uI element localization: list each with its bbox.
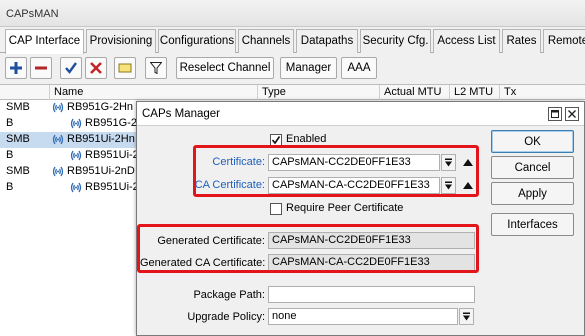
tab-access-list[interactable]: Access List bbox=[433, 29, 500, 53]
tab-provisioning[interactable]: Provisioning bbox=[86, 29, 156, 53]
table-row[interactable]: B RB951G-2 bbox=[0, 116, 140, 132]
toolbar: Reselect Channel Manager AAA bbox=[0, 55, 585, 83]
comment-button[interactable] bbox=[114, 57, 136, 79]
column-actual-mtu[interactable]: Actual MTU bbox=[380, 85, 450, 100]
row-flags: B bbox=[6, 181, 14, 193]
enable-button[interactable] bbox=[60, 57, 82, 79]
ok-button[interactable]: OK bbox=[491, 130, 574, 153]
maximize-button[interactable] bbox=[548, 107, 562, 121]
checkmark-icon bbox=[271, 136, 281, 145]
generated-certificate-highlight-box bbox=[137, 224, 479, 273]
reselect-channel-button[interactable]: Reselect Channel bbox=[176, 57, 274, 79]
package-path-label: Package Path: bbox=[193, 289, 265, 301]
close-button[interactable] bbox=[565, 107, 579, 121]
manager-button[interactable]: Manager bbox=[280, 57, 337, 79]
wireless-icon bbox=[52, 166, 64, 177]
tab-remote[interactable]: Remote bbox=[543, 29, 585, 53]
row-flags: B bbox=[6, 149, 14, 161]
x-icon bbox=[90, 62, 102, 74]
row-flags: B bbox=[6, 117, 14, 129]
comment-icon bbox=[118, 63, 132, 73]
wireless-icon bbox=[70, 118, 82, 129]
close-icon bbox=[568, 110, 576, 118]
check-icon bbox=[65, 62, 77, 74]
tab-cap-interface[interactable]: CAP Interface bbox=[5, 29, 84, 54]
enabled-label: Enabled bbox=[286, 133, 327, 145]
aaa-button[interactable]: AAA bbox=[341, 57, 377, 79]
upgrade-policy-label: Upgrade Policy: bbox=[187, 311, 265, 323]
table-row[interactable]: SMB RB951Ui-2nD bbox=[0, 164, 140, 180]
row-flags: SMB bbox=[6, 101, 30, 113]
filter-button[interactable] bbox=[145, 57, 167, 79]
table-row[interactable]: B RB951Ui-2 bbox=[0, 148, 140, 164]
upgrade-policy-dropdown-button[interactable] bbox=[459, 308, 474, 325]
upgrade-policy-select[interactable]: none bbox=[268, 308, 458, 325]
column-flags[interactable] bbox=[0, 85, 50, 100]
row-name: RB951Ui-2nD bbox=[67, 165, 135, 177]
tab-bar: CAP Interface Provisioning Configuration… bbox=[0, 29, 585, 54]
require-peer-certificate-checkbox[interactable] bbox=[270, 203, 282, 215]
require-peer-certificate-label: Require Peer Certificate bbox=[286, 202, 404, 214]
row-name: RB951G-2Hn bbox=[67, 101, 134, 113]
column-tx[interactable]: Tx bbox=[500, 85, 585, 100]
wireless-icon bbox=[52, 134, 64, 145]
row-flags: SMB bbox=[6, 165, 30, 177]
row-flags: SMB bbox=[6, 133, 30, 145]
row-name: RB951G-2 bbox=[85, 117, 137, 129]
cancel-button[interactable]: Cancel bbox=[491, 156, 574, 179]
tab-datapaths[interactable]: Datapaths bbox=[296, 29, 358, 53]
tab-configurations[interactable]: Configurations bbox=[158, 29, 236, 53]
remove-button[interactable] bbox=[30, 57, 52, 79]
table-row-selected[interactable]: SMB RB951Ui-2Hn bbox=[0, 132, 140, 148]
tab-rates[interactable]: Rates bbox=[502, 29, 541, 53]
tab-channels[interactable]: Channels bbox=[238, 29, 294, 53]
table-header: Name Type Actual MTU L2 MTU Tx bbox=[0, 84, 585, 100]
window-title: CAPsMAN bbox=[0, 0, 585, 27]
dialog-title: CAPs Manager bbox=[137, 102, 584, 126]
table-row[interactable]: SMB RB951G-2Hn bbox=[0, 100, 140, 116]
plus-icon bbox=[10, 62, 22, 74]
wireless-icon bbox=[70, 182, 82, 193]
disable-button[interactable] bbox=[85, 57, 107, 79]
column-name[interactable]: Name bbox=[50, 85, 258, 100]
interfaces-button[interactable]: Interfaces bbox=[491, 213, 574, 236]
dropdown-arrow-icon bbox=[463, 312, 470, 321]
row-name: RB951Ui-2 bbox=[85, 149, 139, 161]
maximize-icon bbox=[551, 110, 559, 118]
package-path-input[interactable] bbox=[268, 286, 475, 303]
wireless-icon bbox=[52, 102, 64, 113]
table-row[interactable]: B RB951Ui-2 bbox=[0, 180, 140, 196]
caps-manager-dialog: CAPs Manager Enabled Certificate: CAPsMA… bbox=[136, 101, 585, 336]
apply-button[interactable]: Apply bbox=[491, 182, 574, 205]
tab-security-cfg[interactable]: Security Cfg. bbox=[360, 29, 431, 53]
certificate-highlight-box bbox=[193, 145, 479, 197]
minus-icon bbox=[35, 66, 47, 70]
filter-icon bbox=[150, 62, 162, 74]
row-name: RB951Ui-2 bbox=[85, 181, 139, 193]
wireless-icon bbox=[70, 150, 82, 161]
column-type[interactable]: Type bbox=[258, 85, 380, 100]
add-button[interactable] bbox=[5, 57, 27, 79]
row-name: RB951Ui-2Hn bbox=[67, 133, 135, 145]
column-l2-mtu[interactable]: L2 MTU bbox=[450, 85, 500, 100]
